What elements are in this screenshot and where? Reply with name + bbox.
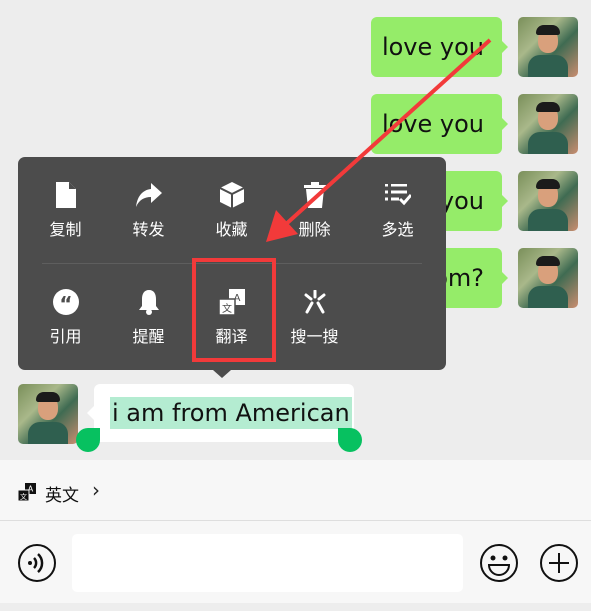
input-bar <box>0 520 591 603</box>
voice-icon[interactable] <box>17 543 57 587</box>
svg-text:文: 文 <box>20 492 27 501</box>
translate-language[interactable]: 英文 <box>45 481 79 506</box>
message-input[interactable] <box>72 534 463 592</box>
chevron-right-icon[interactable]: › <box>92 478 100 502</box>
translate-icon: A文 <box>17 483 36 505</box>
emoji-icon[interactable] <box>479 543 519 587</box>
plus-icon[interactable] <box>539 543 579 587</box>
